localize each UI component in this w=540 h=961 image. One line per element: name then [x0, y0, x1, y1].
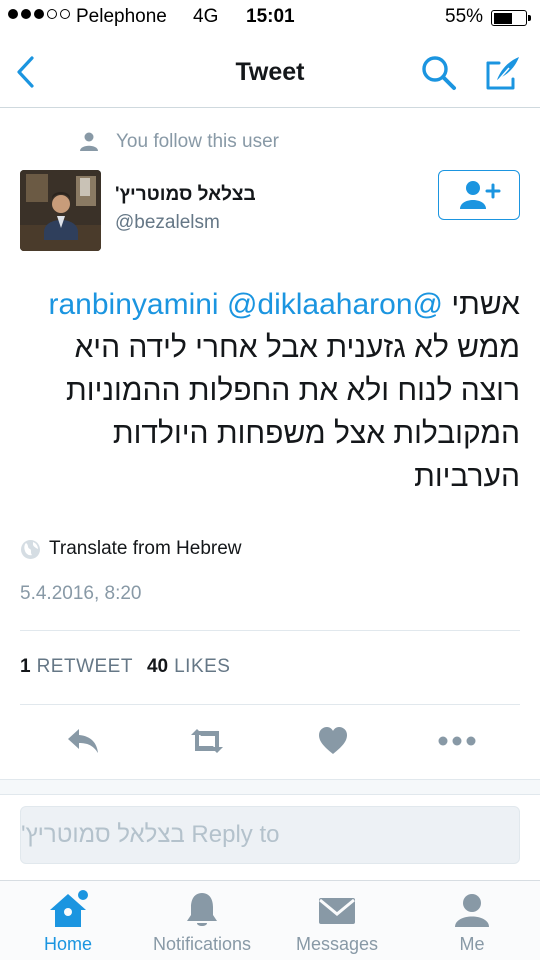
author-handle[interactable]: @bezalelsm [115, 212, 220, 234]
page-title: Tweet [235, 58, 305, 86]
follow-user-icon [460, 181, 501, 209]
tweet-stats: 1 RETWEET 40 LIKES [20, 656, 230, 678]
tab-notifications-label: Notifications [152, 934, 252, 954]
tab-home[interactable]: Home [30, 881, 106, 961]
tab-home-label: Home [43, 934, 92, 954]
translate-link[interactable]: Translate from Hebrew [20, 538, 242, 560]
tab-notifications[interactable]: Notifications [140, 881, 264, 961]
carrier-name: Pelephone [76, 6, 167, 27]
follow-button[interactable] [438, 170, 520, 220]
clock: 15:01 [246, 6, 295, 27]
person-icon [450, 890, 494, 930]
likes-count[interactable]: 40 [147, 656, 168, 678]
tweet-body-prefix: אשתי [451, 288, 520, 321]
tab-bar: Home Notifications Messages Me [0, 880, 540, 960]
status-bar: Pelephone 4G 15:01 55% [0, 0, 540, 36]
translate-label: Translate from Hebrew [49, 538, 242, 559]
more-icon [438, 736, 476, 746]
search-button[interactable] [420, 54, 458, 92]
likes-label[interactable]: LIKES [174, 656, 230, 678]
section-separator [0, 779, 540, 795]
retweet-label[interactable]: RETWEET [37, 656, 133, 678]
tab-me-label: Me [459, 934, 485, 954]
author-name[interactable]: בצלאל סמוטריץ' [115, 184, 256, 206]
more-button[interactable] [437, 723, 477, 759]
reply-button[interactable] [63, 723, 103, 759]
mention-link-1[interactable]: @diklaaharon [227, 288, 413, 321]
like-button[interactable] [313, 723, 353, 759]
navigation-bar: Tweet [0, 36, 540, 108]
divider [20, 704, 520, 705]
divider [20, 630, 520, 631]
person-icon [80, 132, 98, 151]
social-context: You follow this user [78, 131, 279, 153]
signal-strength-icon [8, 9, 70, 19]
tab-messages[interactable]: Messages [288, 881, 386, 961]
globe-icon [21, 539, 40, 559]
bell-icon [180, 890, 224, 930]
battery-percentage: 55% [445, 6, 484, 27]
author-avatar[interactable] [20, 170, 101, 251]
battery-icon [491, 10, 531, 26]
retweet-icon [191, 729, 223, 753]
search-icon [422, 56, 456, 90]
heart-icon [319, 727, 347, 754]
tweet-text: אשתי @ranbinyamini @diklaaharon ממש לא ג… [20, 283, 521, 498]
reply-icon [68, 729, 98, 753]
social-context-label: You follow this user [116, 131, 280, 152]
tab-messages-label: Messages [295, 934, 379, 954]
compose-tweet-icon [486, 57, 519, 90]
network-type: 4G [193, 6, 219, 27]
tweet-timestamp: 5.4.2016, 8:20 [20, 583, 142, 604]
envelope-icon [315, 890, 359, 930]
home-icon [46, 888, 90, 930]
tab-me[interactable]: Me [440, 881, 504, 961]
notification-dot [76, 888, 90, 902]
avatar-photo [20, 170, 101, 251]
reply-input[interactable]: Reply to בצלאל סמוטריץ' [20, 806, 520, 864]
compose-tweet-button[interactable] [483, 53, 523, 93]
retweet-count[interactable]: 1 [20, 656, 31, 678]
retweet-button[interactable] [187, 723, 227, 759]
tweet-body: ממש לא גזענית אבל אחרי לידה היא רוצה לנו… [66, 331, 520, 493]
